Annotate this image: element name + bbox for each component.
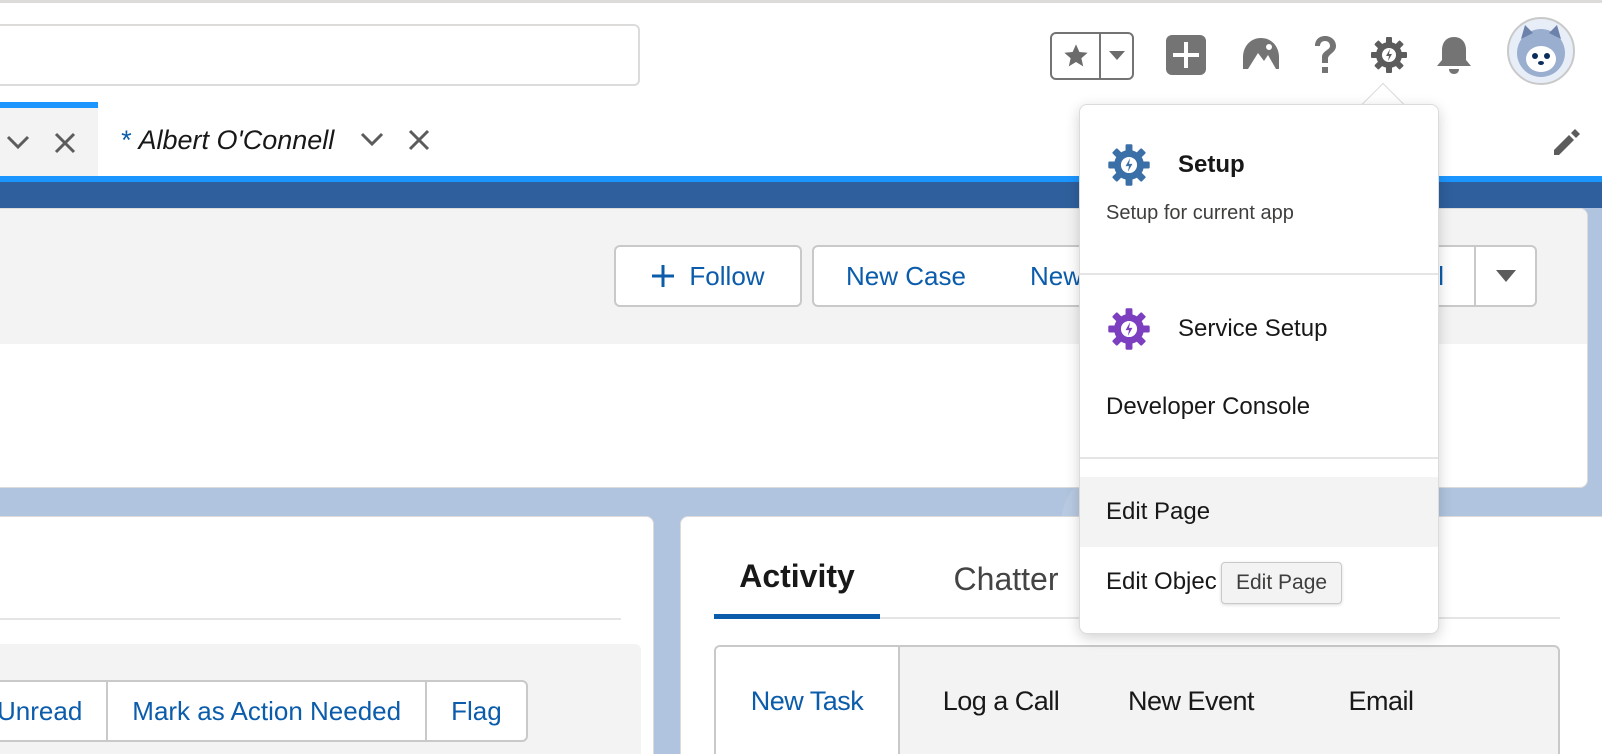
menu-item-setup-description: Setup for current app	[1106, 202, 1294, 224]
chevron-down-icon[interactable]	[6, 135, 30, 151]
publisher-tab-new-task[interactable]: New Task	[716, 647, 900, 754]
global-actions-button[interactable]	[1162, 31, 1210, 79]
more-actions-button[interactable]	[1474, 245, 1537, 307]
help-button[interactable]	[1301, 31, 1349, 79]
setup-gear-icon	[1108, 144, 1150, 186]
menu-item-developer-console[interactable]: Developer Console	[1080, 377, 1438, 437]
publisher-tab-new-event[interactable]: New Event	[1096, 647, 1286, 754]
plus-icon	[652, 265, 675, 287]
plus-square-icon	[1166, 35, 1206, 75]
close-icon	[409, 129, 430, 151]
new-case-button[interactable]: New Case	[812, 245, 1000, 307]
workspace-tab-albert-oconnell[interactable]: * Albert O'Connell	[98, 102, 448, 178]
help-icon	[1315, 36, 1336, 73]
chevron-down-icon	[1108, 51, 1125, 60]
menu-item-setup-label: Setup	[1178, 151, 1245, 178]
favorites-menu-button[interactable]	[1101, 34, 1132, 78]
email-button-group: Unread Mark as Action Needed Flag	[0, 680, 528, 742]
publisher-tab-email[interactable]: Email	[1286, 647, 1476, 754]
edit-page-tooltip: Edit Page	[1221, 562, 1343, 604]
card-divider	[0, 618, 621, 620]
menu-item-service-setup-label: Service Setup	[1178, 315, 1328, 342]
gear-icon	[1371, 37, 1407, 73]
favorites-star-button[interactable]	[1052, 34, 1101, 78]
new-case-button-label: New Case	[846, 260, 966, 291]
flag-button[interactable]: Flag	[427, 682, 526, 740]
menu-divider	[1080, 273, 1438, 275]
notifications-button[interactable]	[1430, 31, 1478, 79]
new-partial-button-label: New	[1030, 260, 1083, 291]
user-avatar[interactable]	[1507, 17, 1575, 85]
unsaved-indicator: *	[120, 124, 131, 155]
close-icon[interactable]	[54, 132, 76, 154]
edit-nav-button[interactable]	[1548, 126, 1582, 160]
tab-label[interactable]: Albert O'Connell	[139, 125, 335, 156]
mark-action-needed-button[interactable]: Mark as Action Needed	[108, 682, 428, 740]
setup-menu: Setup Setup for current app Service Setu…	[1079, 104, 1439, 634]
service-setup-gear-icon	[1108, 308, 1150, 350]
chevron-down-icon	[361, 132, 384, 147]
star-icon	[1063, 44, 1088, 67]
bell-icon	[1437, 37, 1471, 74]
tab-chatter[interactable]: Chatter	[936, 539, 1076, 619]
astro-avatar-icon	[1517, 25, 1565, 77]
trailhead-icon	[1243, 38, 1279, 69]
trailhead-button[interactable]	[1237, 31, 1285, 79]
menu-item-setup[interactable]: Setup	[1080, 135, 1438, 195]
follow-button-label: Follow	[689, 260, 765, 291]
favorites-button-group	[1050, 32, 1134, 80]
pencil-icon	[1554, 129, 1580, 155]
search-input[interactable]	[0, 24, 640, 86]
workspace-tab-previous[interactable]	[0, 102, 98, 178]
follow-button[interactable]: Follow	[614, 245, 802, 307]
tab-menu-button[interactable]	[360, 132, 384, 148]
tab-close-button[interactable]	[408, 129, 430, 151]
menu-item-edit-page[interactable]: Edit Page	[1080, 477, 1438, 547]
mark-unread-button[interactable]: Unread	[0, 682, 109, 740]
setup-gear-button[interactable]	[1365, 31, 1413, 79]
menu-divider	[1080, 457, 1438, 459]
publisher-tab-log-a-call[interactable]: Log a Call	[906, 647, 1096, 754]
chevron-down-icon	[1495, 270, 1516, 282]
global-header	[0, 0, 1602, 102]
email-action-bar: Unread Mark as Action Needed Flag	[0, 644, 641, 754]
email-detail-card: Unread Mark as Action Needed Flag	[0, 516, 654, 754]
menu-item-service-setup[interactable]: Service Setup	[1080, 299, 1438, 359]
activity-publisher: New Task Log a Call New Event Email	[714, 645, 1560, 754]
tab-activity[interactable]: Activity	[714, 539, 880, 619]
